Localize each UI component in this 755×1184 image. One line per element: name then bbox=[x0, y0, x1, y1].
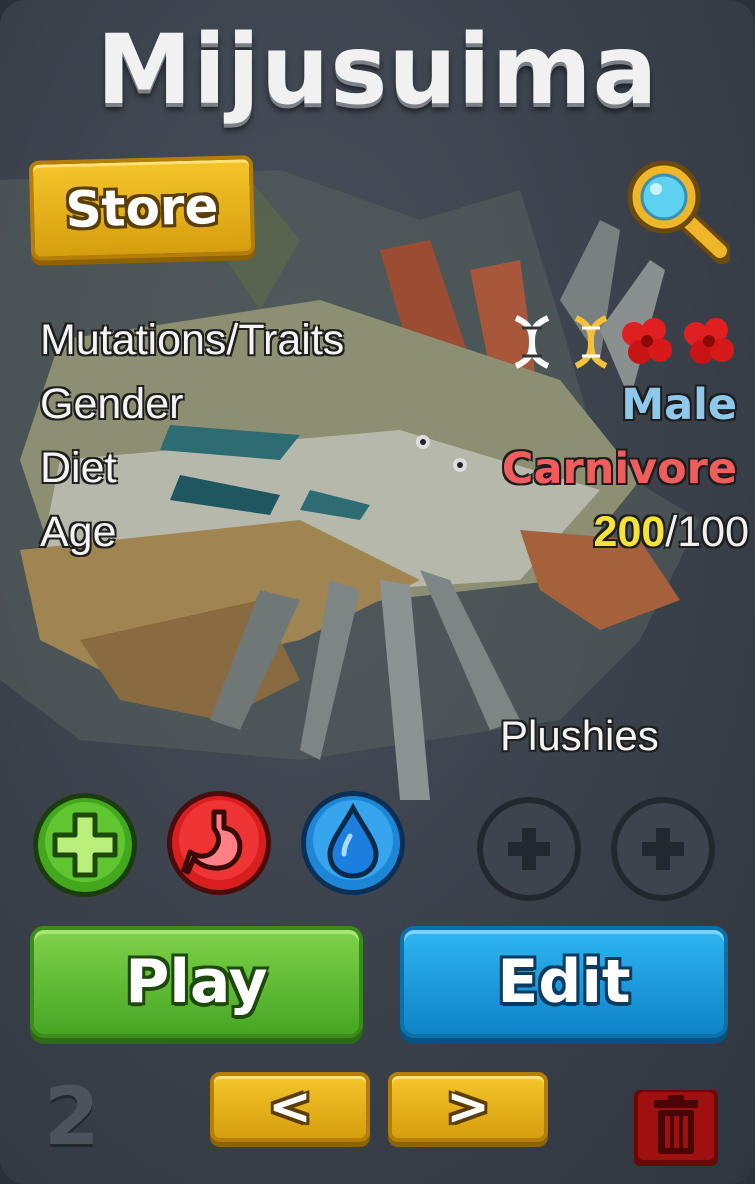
plush-slot-1[interactable] bbox=[474, 794, 584, 904]
plush-slot-2[interactable] bbox=[608, 794, 718, 904]
traits-label: Mutations/Traits bbox=[40, 316, 345, 364]
edit-button[interactable]: Edit bbox=[400, 926, 728, 1038]
heal-button[interactable] bbox=[30, 790, 140, 900]
age-label: Age bbox=[40, 508, 117, 556]
magnifier-icon[interactable] bbox=[618, 155, 730, 265]
water-button[interactable] bbox=[298, 788, 408, 898]
store-button[interactable]: Store bbox=[28, 155, 256, 261]
diet-value: Carnivore bbox=[501, 444, 737, 494]
trash-icon[interactable] bbox=[632, 1088, 720, 1168]
age-max: /100 bbox=[665, 508, 749, 556]
prev-button[interactable]: < bbox=[210, 1072, 370, 1142]
red-flower-icon bbox=[684, 318, 734, 364]
page-number: 2 bbox=[44, 1070, 100, 1163]
dna-gold-icon bbox=[574, 315, 608, 369]
creature-card: Mijusuima Store Mutations/Traits Gender … bbox=[0, 0, 755, 1184]
dna-white-icon bbox=[514, 315, 550, 369]
traits-icons[interactable] bbox=[508, 312, 744, 372]
diet-label: Diet bbox=[40, 444, 117, 492]
creature-name: Mijusuima bbox=[96, 14, 659, 126]
age-value: 200/100 bbox=[594, 508, 749, 557]
age-current: 200 bbox=[593, 508, 666, 556]
gender-value: Male bbox=[621, 380, 737, 430]
next-button[interactable]: > bbox=[388, 1072, 548, 1142]
food-button[interactable] bbox=[164, 788, 274, 898]
gender-label: Gender bbox=[40, 380, 184, 428]
red-flower-icon bbox=[622, 318, 672, 364]
plushies-label: Plushies bbox=[500, 712, 659, 759]
play-button[interactable]: Play bbox=[30, 926, 363, 1038]
